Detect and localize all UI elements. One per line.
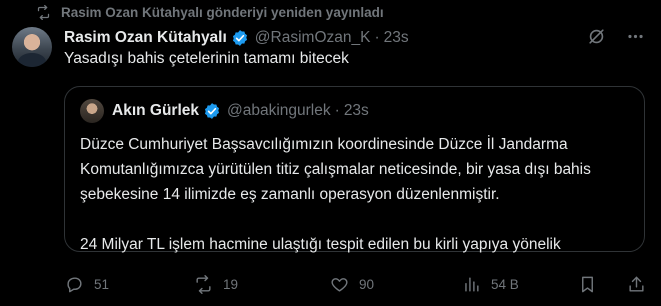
reply-button[interactable]: 51 [65,275,109,294]
tweet-timestamp[interactable]: 23s [384,29,409,47]
repost-button[interactable]: 19 [194,274,239,294]
verified-badge-icon [232,30,247,46]
repost-banner-text: Rasim Ozan Kütahyalı gönderiyi yeniden y… [61,4,384,20]
tweet-header: Rasim Ozan Kütahyalı @RasimOzan_K · 23s [64,27,649,49]
quoted-author-handle: @abakingurlek [227,102,331,119]
verified-badge-icon [204,103,220,119]
reply-count: 51 [94,276,110,292]
views-icon [465,276,479,292]
share-icon [629,276,644,292]
quoted-paragraph-2: 24 Milyar TL işlem hacmine ulaştığı tesp… [80,236,561,253]
separator-dot: · [374,29,380,46]
like-count: 90 [359,276,375,292]
share-button[interactable] [627,275,646,294]
quoted-author-name: Akın Gürlek [112,102,199,119]
grok-icon[interactable] [587,27,606,46]
quoted-tweet-header: Akın Gürlek @abakingurlek · 23s [80,99,369,123]
author-name[interactable]: Rasim Ozan Kütahyalı [64,29,227,47]
quoted-timestamp: 23s [343,102,369,119]
author-handle[interactable]: @RasimOzan_K [255,29,371,47]
more-icon[interactable] [626,27,645,46]
repost-icon [37,4,50,20]
repost-icon [196,274,211,294]
bookmark-button[interactable] [578,275,597,294]
separator-dot: · [334,102,340,119]
action-bar: 51 19 90 54 B [64,270,649,298]
like-button[interactable]: 90 [330,275,374,294]
avatar[interactable] [12,27,52,67]
reply-icon [67,276,82,292]
bookmark-icon [582,276,593,292]
views-count: 54 B [491,276,519,292]
quoted-avatar [80,99,104,123]
quoted-tweet-text: Düzce Cumhuriyet Başsavcılığımızın koord… [80,132,630,257]
quoted-paragraph-1: Düzce Cumhuriyet Başsavcılığımızın koord… [80,136,591,203]
repost-count: 19 [223,276,239,292]
views-button[interactable]: 54 B [462,275,519,294]
repost-banner[interactable]: Rasim Ozan Kütahyalı gönderiyi yeniden y… [36,2,384,22]
quoted-tweet[interactable]: Akın Gürlek @abakingurlek · 23s Düzce Cu… [64,86,645,253]
tweet-text: Yasadışı bahis çetelerinin tamamı bitece… [64,50,349,67]
heart-icon [331,277,348,292]
